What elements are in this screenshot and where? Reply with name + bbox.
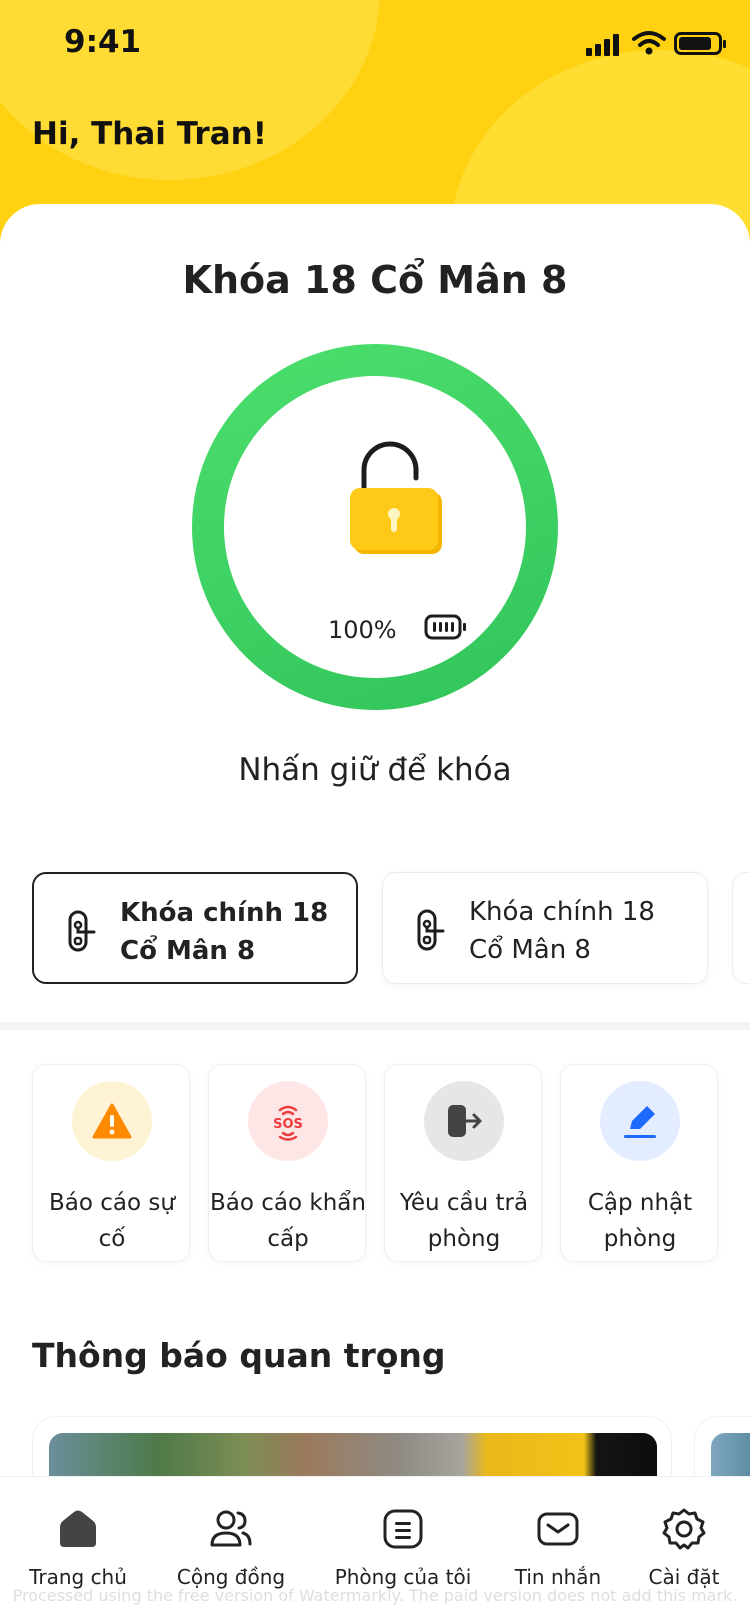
warning-icon [92, 1103, 132, 1139]
section-divider [0, 1022, 750, 1030]
lock-selector-card-partial[interactable] [732, 872, 750, 984]
battery-status-icon [674, 32, 726, 55]
action-checkout-request[interactable]: Yêu cầu trả phòng [384, 1064, 542, 1262]
action-label: Báo cáo sự cố [49, 1190, 175, 1252]
door-handle-icon [417, 909, 445, 951]
lock-control-ring[interactable]: 100% [192, 344, 558, 710]
action-label: Yêu cầu trả phòng [399, 1190, 529, 1252]
svg-text:SOS: SOS [273, 1117, 303, 1132]
wifi-icon [632, 31, 666, 55]
lock-control-center[interactable]: 100% [224, 376, 526, 678]
message-icon [537, 1512, 579, 1546]
action-update-room[interactable]: Cập nhật phòng [560, 1064, 718, 1262]
action-label: Báo cáo khẩn cấp [210, 1190, 366, 1252]
watermark-text: Processed using the free version of Wate… [12, 1586, 738, 1605]
hold-to-lock-hint: Nhấn giữ để khóa [238, 752, 512, 788]
action-icon-circle [600, 1081, 680, 1161]
action-icon-circle [72, 1081, 152, 1161]
lock-battery-icon [424, 614, 466, 640]
action-icon-circle [424, 1081, 504, 1161]
community-icon [210, 1510, 252, 1547]
action-emergency-report[interactable]: SOS Báo cáo khẩn cấp [208, 1064, 366, 1262]
status-time: 9:41 [64, 24, 142, 60]
status-bar: 9:41 [0, 0, 750, 90]
room-icon [383, 1509, 423, 1549]
sos-icon: SOS [273, 1105, 303, 1141]
notices-title: Thông báo quan trọng [32, 1336, 446, 1375]
lock-title: Khóa 18 Cổ Mân 8 [182, 258, 568, 302]
greeting-text: Hi, Thai Tran! [32, 116, 267, 152]
lock-selector-card[interactable]: Khóa chính 18 Cổ Mân 8 [382, 872, 708, 984]
action-label: Cập nhật phòng [587, 1190, 693, 1252]
settings-icon [662, 1508, 706, 1550]
lock-selector-label: Khóa chính 18 Cổ Mân 8 [120, 898, 329, 966]
edit-icon [624, 1106, 656, 1138]
checkout-icon [448, 1105, 482, 1137]
lock-selector-label: Khóa chính 18 Cổ Mân 8 [469, 897, 655, 965]
lock-battery-percent: 100% [328, 616, 397, 644]
unlocked-padlock-icon [350, 441, 442, 554]
action-report-incident[interactable]: Báo cáo sự cố [32, 1064, 190, 1262]
home-icon [60, 1510, 96, 1547]
action-icon-circle: SOS [248, 1081, 328, 1161]
lock-selector-card[interactable]: Khóa chính 18 Cổ Mân 8 [32, 872, 358, 984]
cellular-signal-icon [586, 34, 622, 56]
door-handle-icon [68, 910, 96, 952]
